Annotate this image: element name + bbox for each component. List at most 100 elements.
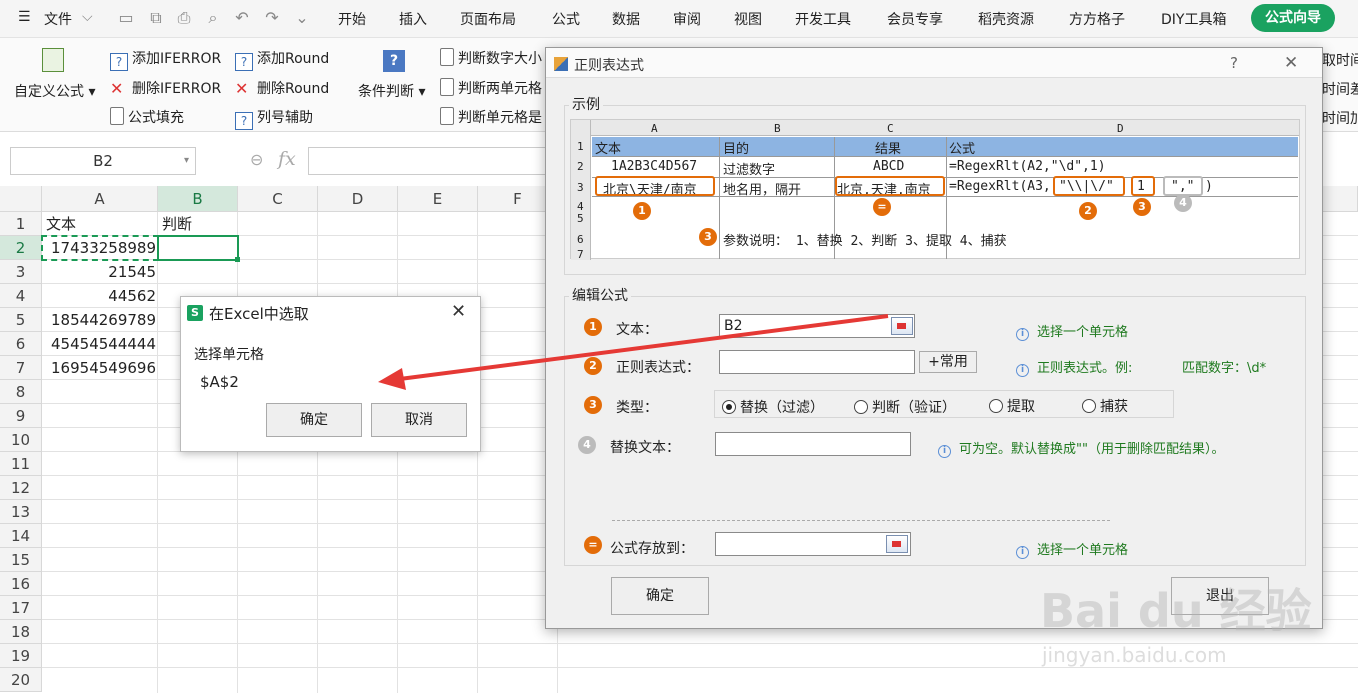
row-header[interactable]: 5 [0, 308, 42, 332]
radio-judge[interactable]: 判断（验证） [854, 397, 956, 417]
row-header[interactable]: 18 [0, 620, 42, 644]
menu-file[interactable]: 文件 [44, 9, 72, 29]
preview-icon[interactable]: ⌕ [203, 8, 223, 28]
add-iferror-button[interactable]: ? 添加IFERROR [110, 48, 221, 71]
row-header[interactable]: 17 [0, 596, 42, 620]
row-header[interactable]: 9 [0, 404, 42, 428]
fx-icon[interactable]: fx [278, 148, 296, 170]
tab-diy[interactable]: DIY工具箱 [1161, 9, 1226, 29]
tab-formula[interactable]: 公式 [552, 9, 580, 29]
cell-b1[interactable]: 判断 [162, 212, 192, 236]
custom-formula-button[interactable]: 自定义公式 ▾ [14, 81, 95, 101]
undo-icon[interactable]: ↶ [232, 8, 252, 28]
ribbon-right-3[interactable]: 时间加 [1322, 108, 1358, 128]
judge-cell-is-button[interactable]: 判断单元格是 [440, 107, 542, 127]
print-icon[interactable]: ⎙ [174, 8, 194, 28]
cell-a5[interactable]: 18544269789 [42, 308, 156, 332]
radio-replace[interactable]: 替换（过滤） [722, 397, 824, 417]
tab-view[interactable]: 视图 [734, 9, 762, 29]
step-equals-icon: = [584, 536, 602, 554]
radio-unselected [854, 400, 868, 414]
row-header[interactable]: 12 [0, 476, 42, 500]
tab-member[interactable]: 会员专享 [887, 9, 943, 29]
row-header[interactable]: 19 [0, 644, 42, 668]
row-header[interactable]: 20 [0, 668, 42, 692]
chevron-down-icon[interactable]: ⌵ [82, 9, 93, 25]
more-icon[interactable]: ⌄ [292, 8, 312, 28]
col-helper-button[interactable]: ? 列号辅助 [235, 107, 313, 130]
example-r3-close: ) [1205, 179, 1213, 194]
cell-a1[interactable]: 文本 [46, 212, 76, 236]
condition-button[interactable]: 条件判断 ▾ [358, 81, 425, 101]
ribbon-right-2[interactable]: 时间差 [1322, 79, 1358, 99]
tab-daoke[interactable]: 稻壳资源 [978, 9, 1034, 29]
save-icon[interactable]: ▭ [116, 8, 136, 28]
row-header[interactable]: 7 [0, 356, 42, 380]
fill-handle[interactable] [235, 257, 240, 262]
tab-start[interactable]: 开始 [338, 9, 366, 29]
hamburger-icon[interactable]: ☰ [18, 9, 31, 25]
row-header[interactable]: 6 [0, 332, 42, 356]
formula-input[interactable] [308, 147, 558, 175]
close-icon[interactable]: ✕ [1284, 53, 1298, 73]
row-header[interactable]: 16 [0, 572, 42, 596]
tab-insert[interactable]: 插入 [399, 9, 427, 29]
row-header[interactable]: 11 [0, 452, 42, 476]
custom-formula-icon[interactable] [42, 48, 64, 72]
doc-icon [440, 48, 454, 66]
regex-ok-button[interactable]: 确定 [611, 577, 709, 615]
radio-capture[interactable]: 捕获 [1082, 396, 1128, 416]
col-header-c[interactable]: C [238, 186, 318, 212]
cell-a7[interactable]: 16954549696 [42, 356, 156, 380]
tab-formula-wizard[interactable]: 公式向导 [1251, 4, 1335, 32]
radio-extract[interactable]: 提取 [989, 396, 1035, 416]
highlight-box [1163, 176, 1203, 196]
tab-data[interactable]: 数据 [612, 9, 640, 29]
redo-icon[interactable]: ↷ [262, 8, 282, 28]
col-header-b[interactable]: B [158, 186, 238, 212]
row-header[interactable]: 1 [0, 212, 42, 236]
example-row-sep [592, 156, 1298, 157]
remove-iferror-button[interactable]: ✕ 删除IFERROR [110, 78, 221, 98]
tab-developer[interactable]: 开发工具 [795, 9, 851, 29]
judge-two-cells-button[interactable]: 判断两单元格 [440, 78, 542, 98]
zoom-icon[interactable]: ⊖ [250, 150, 263, 169]
row-header[interactable]: 4 [0, 284, 42, 308]
name-box[interactable]: B2 ▾ [10, 147, 196, 175]
formula-fill-button[interactable]: 公式填充 [110, 107, 184, 127]
col-header-d[interactable]: D [318, 186, 398, 212]
row-header[interactable]: 8 [0, 380, 42, 404]
row-header[interactable]: 14 [0, 524, 42, 548]
cell-a3[interactable]: 21545 [42, 260, 156, 284]
row-header[interactable]: 15 [0, 548, 42, 572]
selected-cell-b2[interactable] [157, 235, 239, 261]
replace-input[interactable] [715, 432, 911, 456]
row-header[interactable]: 13 [0, 500, 42, 524]
row-header[interactable]: 3 [0, 260, 42, 284]
cell-a4[interactable]: 44562 [42, 284, 156, 308]
col-header-a[interactable]: A [42, 186, 158, 212]
condition-icon[interactable]: ? [383, 50, 405, 72]
row-header[interactable]: 10 [0, 428, 42, 452]
export-icon[interactable]: ⧉ [146, 8, 166, 28]
wps-logo-icon: S [187, 305, 203, 321]
add-round-button[interactable]: ? 添加Round [235, 48, 329, 71]
cancel-button[interactable]: 取消 [371, 403, 467, 437]
cell-picker-icon[interactable] [886, 535, 908, 553]
common-patterns-button[interactable]: +常用 [919, 351, 977, 373]
cell-a6[interactable]: 45454544444 [42, 332, 156, 356]
replace-hint: i 可为空。默认替换成""（用于删除匹配结果）。 [938, 438, 1224, 458]
tab-review[interactable]: 审阅 [673, 9, 701, 29]
select-all-corner[interactable] [0, 186, 42, 212]
store-input[interactable] [715, 532, 911, 556]
tab-fangfang[interactable]: 方方格子 [1069, 9, 1125, 29]
remove-round-button[interactable]: ✕ 删除Round [235, 78, 329, 98]
ribbon-right-1[interactable]: 取时间 [1322, 50, 1358, 70]
judge-num-size-button[interactable]: 判断数字大小 [440, 48, 542, 68]
ok-button[interactable]: 确定 [266, 403, 362, 437]
row-header[interactable]: 2 [0, 236, 42, 260]
col-header-e[interactable]: E [398, 186, 478, 212]
help-icon[interactable]: ? [1230, 54, 1238, 72]
step-4-icon: 4 [578, 436, 596, 454]
tab-page-layout[interactable]: 页面布局 [460, 9, 516, 29]
